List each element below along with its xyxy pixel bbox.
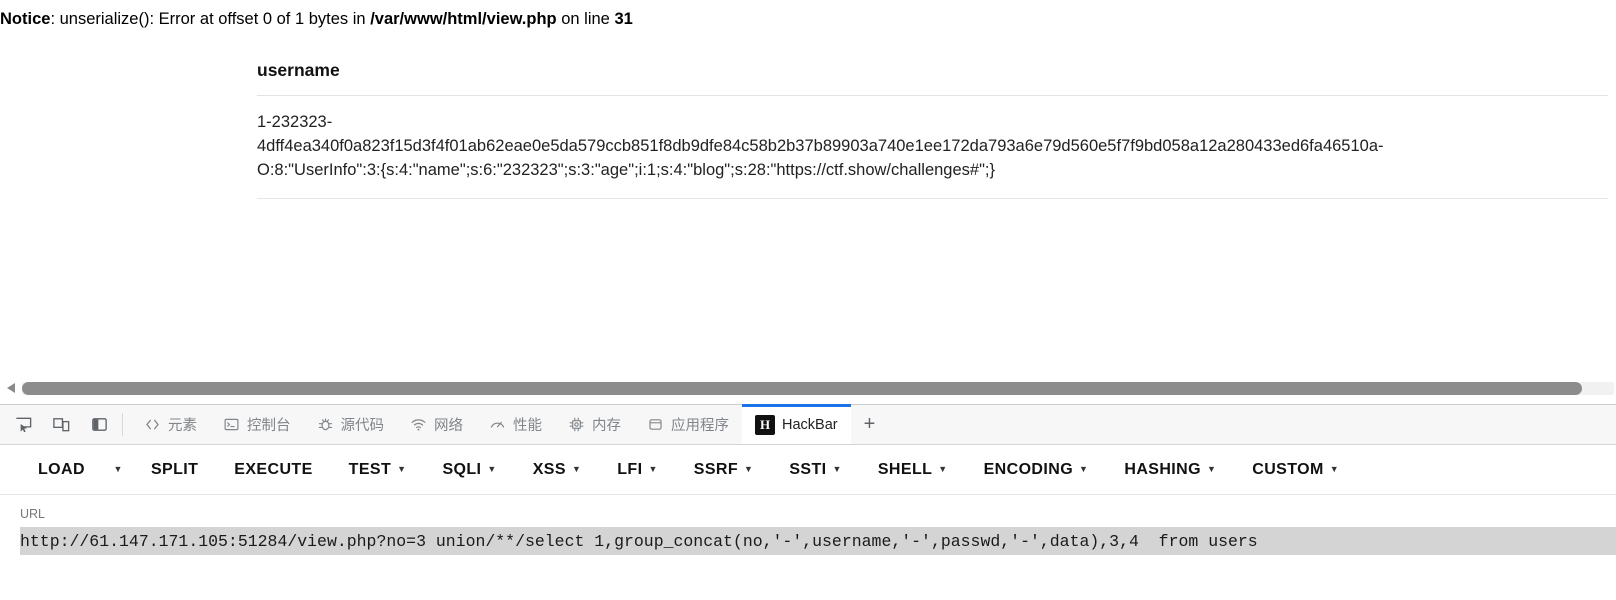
php-notice: Notice: unserialize(): Error at offset 0… <box>0 0 1616 30</box>
add-tab-button[interactable]: + <box>851 405 889 444</box>
result-table-wrapper: username 1-232323- 4dff4ea340f0a823f15d3… <box>0 47 1616 200</box>
chevron-down-icon: ▼ <box>648 464 658 474</box>
tab-network[interactable]: 网络 <box>397 405 476 444</box>
column-header-username: username <box>257 47 1608 96</box>
sqli-menu-button[interactable]: SQLI ▼ <box>424 445 514 495</box>
toolbar-divider <box>122 413 123 436</box>
hackbar-toolbar: LOAD ▼ SPLIT EXECUTE TEST ▼ SQLI ▼ XSS ▼… <box>0 445 1616 495</box>
tab-label: HackBar <box>782 416 838 433</box>
devtools-tabbar: 元素 控制台 源代码 网络 性能 内存 应用程序 H HackBar + <box>0 404 1616 445</box>
tab-application[interactable]: 应用程序 <box>634 405 742 444</box>
ssti-menu-button[interactable]: SSTI ▼ <box>771 445 859 495</box>
chevron-down-icon: ▼ <box>744 464 754 474</box>
database-icon <box>647 416 664 433</box>
horizontal-scrollbar[interactable] <box>0 372 1616 404</box>
browser-page-content: Notice: unserialize(): Error at offset 0… <box>0 0 1616 372</box>
notice-label: Notice <box>0 10 51 28</box>
load-dropdown-caret-icon[interactable]: ▼ <box>103 445 133 495</box>
url-input[interactable] <box>20 527 1616 555</box>
chevron-down-icon: ▼ <box>938 464 948 474</box>
chevron-down-icon: ▼ <box>487 464 497 474</box>
result-table: username 1-232323- 4dff4ea340f0a823f15d3… <box>257 47 1608 200</box>
tab-label: 元素 <box>168 418 197 434</box>
cell-line-hash: 4dff4ea340f0a823f15d3f4f01ab62eae0e5da57… <box>257 136 1384 155</box>
ssrf-menu-button[interactable]: SSRF ▼ <box>676 445 772 495</box>
wifi-icon <box>410 416 427 433</box>
scrollbar-thumb[interactable] <box>22 381 1583 395</box>
execute-button[interactable]: EXECUTE <box>216 445 330 495</box>
left-arrow-icon[interactable] <box>0 372 22 404</box>
custom-menu-button[interactable]: CUSTOM ▼ <box>1234 445 1357 495</box>
tab-hackbar[interactable]: H HackBar <box>742 404 851 444</box>
tab-memory[interactable]: 内存 <box>555 405 634 444</box>
split-button[interactable]: SPLIT <box>133 445 216 495</box>
chevron-down-icon: ▼ <box>832 464 842 474</box>
console-prompt-icon <box>223 416 240 433</box>
tab-console[interactable]: 控制台 <box>210 405 304 444</box>
chevron-down-icon: ▼ <box>1329 464 1340 474</box>
tab-label: 网络 <box>434 418 463 434</box>
cell-line-serialized-object: O:8:"UserInfo":3:{s:4:"name";s:6:"232323… <box>257 161 996 180</box>
bug-icon <box>317 416 334 433</box>
load-label: LOAD <box>38 460 85 478</box>
code-brackets-icon <box>144 416 161 433</box>
lfi-menu-button[interactable]: LFI ▼ <box>599 445 676 495</box>
url-field-block: URL <box>0 495 1616 555</box>
tab-label: 控制台 <box>247 418 291 434</box>
shell-label: SHELL <box>877 460 933 478</box>
xss-label: XSS <box>532 460 566 478</box>
chevron-down-icon: ▼ <box>397 464 407 474</box>
table-row: 1-232323- 4dff4ea340f0a823f15d3f4f01ab62… <box>257 95 1608 200</box>
chevron-down-icon: ▼ <box>1206 464 1217 474</box>
notice-file-path: /var/www/html/view.php <box>370 10 557 28</box>
hashing-menu-button[interactable]: HASHING ▼ <box>1106 445 1234 495</box>
hashing-label: HASHING <box>1124 460 1201 478</box>
encoding-label: ENCODING <box>983 460 1074 478</box>
tab-label: 内存 <box>592 418 621 434</box>
tab-sources[interactable]: 源代码 <box>304 405 398 444</box>
device-toolbar-icon[interactable] <box>42 405 80 444</box>
test-menu-button[interactable]: TEST ▼ <box>331 445 425 495</box>
table-cell-username-value: 1-232323- 4dff4ea340f0a823f15d3f4f01ab62… <box>257 95 1608 200</box>
chevron-down-icon: ▼ <box>571 464 582 474</box>
test-label: TEST <box>348 460 392 478</box>
inspect-element-icon[interactable] <box>4 405 42 444</box>
dock-side-icon[interactable] <box>80 405 118 444</box>
tab-performance[interactable]: 性能 <box>476 405 555 444</box>
xss-menu-button[interactable]: XSS ▼ <box>515 445 600 495</box>
ssti-label: SSTI <box>789 460 827 478</box>
lfi-label: LFI <box>617 460 643 478</box>
gauge-icon <box>489 416 506 433</box>
tab-label: 应用程序 <box>671 418 729 434</box>
shell-menu-button[interactable]: SHELL ▼ <box>860 445 966 495</box>
scrollbar-track[interactable] <box>22 381 1614 395</box>
notice-on-line: on line <box>556 10 615 28</box>
notice-message: : unserialize(): Error at offset 0 of 1 … <box>50 10 371 28</box>
table-header-row: username <box>257 47 1608 96</box>
tab-elements[interactable]: 元素 <box>131 405 210 444</box>
split-label: SPLIT <box>150 460 199 478</box>
encoding-menu-button[interactable]: ENCODING ▼ <box>966 445 1107 495</box>
load-button[interactable]: LOAD <box>20 445 103 495</box>
notice-line-number: 31 <box>614 10 633 28</box>
chevron-down-icon: ▼ <box>1079 464 1089 474</box>
hackbar-h-icon: H <box>755 414 775 435</box>
url-field-label: URL <box>20 507 46 521</box>
tab-label: 性能 <box>513 418 542 434</box>
devtools-panel: 元素 控制台 源代码 网络 性能 内存 应用程序 H HackBar + LOA… <box>0 404 1616 600</box>
ssrf-label: SSRF <box>693 460 739 478</box>
tab-label: 源代码 <box>340 418 385 434</box>
sqli-label: SQLI <box>442 460 482 478</box>
execute-label: EXECUTE <box>234 460 313 478</box>
chip-icon <box>568 416 585 433</box>
custom-label: CUSTOM <box>1252 460 1324 478</box>
cell-line-prefix: 1-232323- <box>257 112 333 131</box>
